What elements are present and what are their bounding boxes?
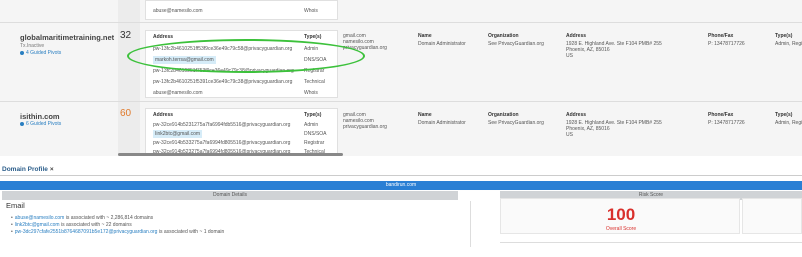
whois-type: Admin, Registrar xyxy=(775,41,802,47)
email-address[interactable]: abuse@namesilo.com xyxy=(153,5,203,17)
email-address[interactable]: abuse@namesilo.com xyxy=(153,87,203,99)
profile-site-bar: bandirun.com xyxy=(0,181,802,190)
risk-side-card xyxy=(742,198,802,234)
horizontal-scrollbar[interactable] xyxy=(118,153,343,156)
list-item: pw-3dc297cfafe2551b8764687091b5e172@priv… xyxy=(11,229,225,236)
domain-meta: Tx.Inactive xyxy=(20,43,45,49)
list-item: abuse@namesilo.com is associated with ~ … xyxy=(11,215,224,222)
email-association-list: abuse@namesilo.com is associated with ~ … xyxy=(11,215,225,236)
risk-score-value: 100 xyxy=(606,205,636,224)
col-address: Address xyxy=(153,34,174,40)
email-row: abuse@namesilo.com Whois xyxy=(146,5,337,17)
pivots-label: 6 Guided Pivots xyxy=(26,121,62,127)
whois-phone[interactable]: P: 13478717726 xyxy=(708,41,745,47)
profile-tab-bar: Domain Profile × xyxy=(0,164,802,176)
prev-row-emails: abuse@namesilo.com Whois xyxy=(145,0,338,20)
pivots-label: 4 Guided Pivots xyxy=(26,50,62,56)
profile-site-name: bandirun.com xyxy=(385,182,417,188)
whois-name[interactable]: Domain Administrator xyxy=(418,41,466,47)
row-divider xyxy=(0,101,802,102)
domain-details-header: Domain Details xyxy=(2,191,458,200)
tab-domain-profile[interactable]: Domain Profile × xyxy=(2,166,54,173)
whois-type: Admin, Registrar xyxy=(775,120,802,126)
domain-name[interactable]: globalmaritimetraining.net xyxy=(20,33,114,42)
whois-address-line[interactable]: US xyxy=(566,132,573,138)
whois-address-line[interactable]: US xyxy=(566,53,573,59)
whois-col-address: Address xyxy=(566,112,587,118)
domain-name[interactable]: isithin.com xyxy=(20,112,60,121)
email-subtable: Address Type(s) pw-32ce914b5231275a7fa69… xyxy=(145,108,338,155)
pivot-icon xyxy=(20,121,24,126)
email-address[interactable]: pw-32ce914b523275a7fa6994fd805516@privac… xyxy=(153,146,290,158)
results-column-strip xyxy=(118,0,140,156)
results-table: abuse@namesilo.com Whois globalmaritimet… xyxy=(0,0,802,156)
highlight-ellipse-annotation xyxy=(127,39,365,73)
email-count[interactable]: 60 xyxy=(120,108,131,119)
guided-pivots-link[interactable]: 6 Guided Pivots xyxy=(20,121,61,127)
email-count[interactable]: 32 xyxy=(120,30,131,41)
email-type: Whois xyxy=(304,90,318,96)
association-text: is associated with ~ 1 domain xyxy=(157,229,225,235)
whois-col-phone: Phone/Fax xyxy=(708,112,734,118)
column-divider xyxy=(470,201,471,247)
association-text: is associated with ~ 2,286,814 domains xyxy=(64,215,154,221)
association-text: is associated with ~ 22 domains xyxy=(59,222,132,228)
whois-org[interactable]: See PrivacyGuardian.org xyxy=(488,41,544,47)
pivot-icon xyxy=(20,50,24,55)
whois-col-phone: Phone/Fax xyxy=(708,33,734,39)
guided-pivots-link[interactable]: 4 Guided Pivots xyxy=(20,50,61,56)
row-divider xyxy=(0,22,802,23)
email-link[interactable]: pw-3dc297cfafe2551b8764687091b5e172@priv… xyxy=(15,229,158,235)
close-icon[interactable]: × xyxy=(50,166,54,173)
email-link[interactable]: link2btc@gmail.com xyxy=(15,222,60,228)
email-type: Whois xyxy=(304,8,318,14)
list-item: link2btc@gmail.com is associated with ~ … xyxy=(11,222,224,229)
whois-phone[interactable]: P: 13478717726 xyxy=(708,120,745,126)
whois-col-name: Name xyxy=(418,33,432,39)
whois-col-type: Type(s) xyxy=(775,33,793,39)
email-link[interactable]: abuse@namesilo.com xyxy=(15,215,65,221)
email-type: Technical xyxy=(304,149,325,155)
email-domain[interactable]: privacyguardian.org xyxy=(343,124,387,130)
email-domains: gmail.com namesilo.com privacyguardian.o… xyxy=(343,112,387,130)
tab-label: Domain Profile xyxy=(2,166,48,173)
whois-org[interactable]: See PrivacyGuardian.org xyxy=(488,120,544,126)
email-section-title: Email xyxy=(6,201,25,210)
email-row: abuse@namesilo.com Whois xyxy=(146,87,337,99)
whois-col-org: Organization xyxy=(488,112,519,118)
whois-name[interactable]: Domain Administrator xyxy=(418,120,466,126)
email-row: pw-32ce914b523275a7fa6994fd805516@privac… xyxy=(146,146,337,158)
whois-col-type: Type(s) xyxy=(775,112,793,118)
risk-score-card: 100 Overall Score xyxy=(500,198,740,234)
whois-col-address: Address xyxy=(566,33,587,39)
whois-col-name: Name xyxy=(418,112,432,118)
whois-col-org: Organization xyxy=(488,33,519,39)
risk-divider xyxy=(500,242,802,243)
risk-score-label: Overall Score xyxy=(605,226,637,232)
